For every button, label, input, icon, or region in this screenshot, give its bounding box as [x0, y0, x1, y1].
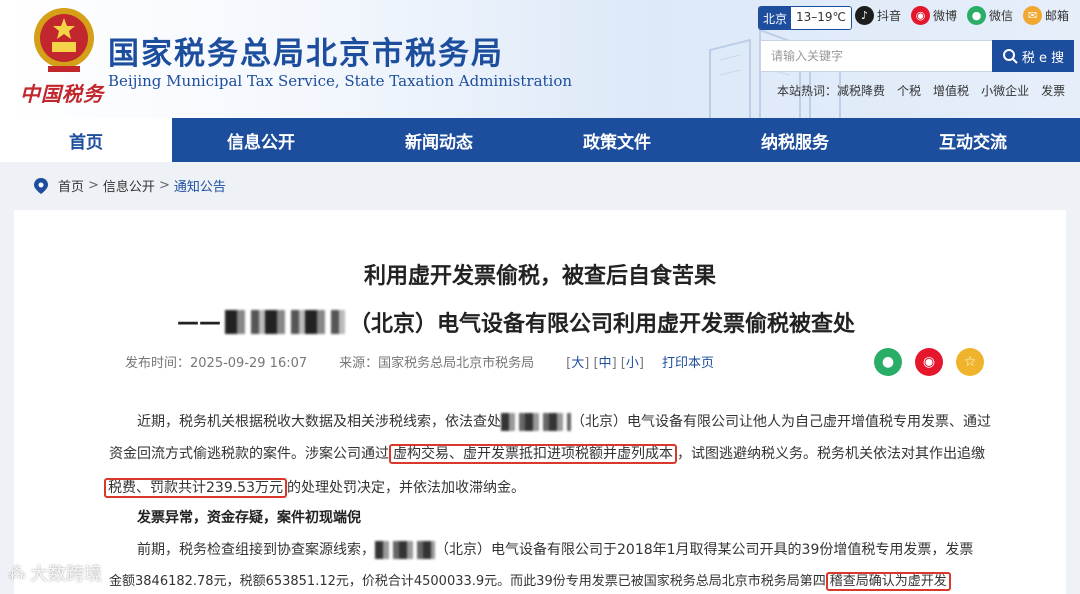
hot-word-link[interactable]: 增值税 [933, 82, 969, 99]
subtitle-suffix: （北京）电气设备有限公司利用虚开发票偷税被查处 [349, 312, 856, 337]
breadcrumb-home[interactable]: 首页 [58, 176, 84, 195]
redacted-company-name [375, 541, 435, 559]
hot-word-link[interactable]: 小微企业 [981, 82, 1029, 99]
share-buttons: ● ◉ ☆ [874, 348, 984, 376]
social-wechat[interactable]: ● 微信 [967, 6, 1013, 25]
font-size-switcher: [大] [中] [小] [566, 356, 644, 371]
font-small-link[interactable]: 小 [626, 356, 639, 371]
douyin-icon: ♪ [855, 6, 874, 25]
search-button-label: 税 e 搜 [1021, 50, 1065, 66]
font-large-link[interactable]: 大 [571, 356, 584, 371]
hot-words: 本站热词： 减税降费 个税 增值税 小微企业 发票 [777, 82, 1065, 99]
section-heading: 发票异常，资金存疑，案件初现端倪 [137, 510, 361, 526]
breadcrumb-separator: > [158, 178, 170, 193]
paragraph-1: 近期，税务机关根据税收大数据及相关涉税线索，依法查处 （北京）电气设备有限公司让他… [137, 406, 997, 438]
share-wechat-icon[interactable]: ● [874, 348, 902, 376]
watermark-text: 大数跨境 [30, 564, 102, 585]
text-run: 的处理处罚决定，并依法加收滞纳金。 [287, 480, 525, 496]
article-source: 来源：国家税务总局北京市税务局 [339, 356, 535, 371]
social-douyin[interactable]: ♪ 抖音 [855, 6, 901, 25]
nav-item-home[interactable]: 首页 [0, 118, 172, 162]
article-container: 利用虚开发票偷税，被查后自食苦果 —— （北京）电气设备有限公司利用虚开发票偷税… [14, 210, 1066, 594]
search-bar: 税 e 搜 [760, 40, 1074, 72]
favorite-star-icon[interactable]: ☆ [956, 348, 984, 376]
paragraph-3: 税费、罚款共计239.53万元 的处理处罚决定，并依法加收滞纳金。 [104, 472, 984, 504]
text-run: 前期，税务检查组接到协查案源线索， [137, 542, 375, 558]
highlighted-text: 虚构交易、虚开发票抵扣进项税额并虚列成本 [389, 444, 677, 464]
watermark: ⁂ 大数跨境 [8, 560, 102, 586]
article-meta: 发布时间：2025-09-29 16:07 来源：国家税务总局北京市税务局 [大… [125, 352, 714, 371]
social-links: ♪ 抖音 ◉ 微博 ● 微信 ✉ 邮箱 [855, 6, 1069, 25]
breadcrumb-current[interactable]: 通知公告 [174, 176, 226, 195]
nav-item-service[interactable]: 纳税服务 [706, 118, 884, 162]
weibo-icon: ◉ [911, 6, 931, 25]
social-label: 微博 [933, 9, 958, 23]
paragraph-5: 金额3846182.78元，税额653851.12元，价税合计4500033.9… [109, 566, 1009, 594]
hot-word-link[interactable]: 减税降费 [837, 82, 885, 99]
site-header: 中国税务 国家税务总局北京市税务局 Beijing Municipal Tax … [0, 0, 1080, 118]
weather-temp: 13–19℃ [791, 7, 852, 29]
text-run: ，试图逃避纳税义务。税务机关依法对其作出追缴 [677, 446, 985, 462]
hot-word-link[interactable]: 个税 [897, 82, 921, 99]
hot-words-label: 本站热词： [777, 84, 838, 98]
china-tax-logo: 中国税务 [20, 82, 104, 106]
nav-item-news[interactable]: 新闻动态 [350, 118, 528, 162]
social-mail[interactable]: ✉ 邮箱 [1023, 6, 1069, 25]
share-weibo-icon[interactable]: ◉ [915, 348, 943, 376]
nav-item-policy[interactable]: 政策文件 [528, 118, 706, 162]
paragraph-2: 资金回流方式偷逃税款的案件。涉案公司通过 虚构交易、虚开发票抵扣进项税额并虚列成本… [109, 438, 989, 470]
watermark-logo-icon: ⁂ [8, 562, 26, 584]
social-label: 抖音 [877, 9, 902, 23]
text-run: 近期，税务机关根据税收大数据及相关涉税线索，依法查处 [137, 414, 501, 430]
site-title[interactable]: 国家税务总局北京市税务局 [108, 28, 504, 73]
subtitle-prefix: —— [177, 309, 221, 335]
text-run: 资金回流方式偷逃税款的案件。涉案公司通过 [109, 446, 389, 462]
mail-icon: ✉ [1023, 6, 1043, 25]
print-link[interactable]: 打印本页 [662, 352, 714, 371]
redacted-company-name [225, 310, 345, 334]
social-weibo[interactable]: ◉ 微博 [911, 6, 957, 25]
text-run: （北京）电气设备有限公司于2018年1月取得某公司开具的39份增值税专用发票，发… [435, 542, 974, 558]
redacted-company-name [501, 413, 571, 431]
breadcrumb: 首页 > 信息公开 > 通知公告 [34, 176, 226, 195]
main-nav: 首页 信息公开 新闻动态 政策文件 纳税服务 互动交流 [0, 118, 1080, 162]
weather-city: 北京 [759, 7, 792, 29]
breadcrumb-separator: > [88, 178, 99, 193]
article-subtitle: —— （北京）电气设备有限公司利用虚开发票偷税被查处 [177, 306, 855, 338]
nav-item-interact[interactable]: 互动交流 [884, 118, 1062, 162]
location-pin-icon [34, 177, 48, 194]
publish-time: 发布时间：2025-09-29 16:07 [125, 356, 308, 371]
font-medium-link[interactable]: 中 [599, 356, 612, 371]
highlighted-text: 稽查局确认为虚开发 [825, 572, 951, 591]
social-label: 邮箱 [1045, 9, 1070, 23]
hot-word-link[interactable]: 发票 [1041, 82, 1065, 99]
search-input[interactable] [760, 40, 992, 72]
national-emblem-icon[interactable] [28, 4, 100, 76]
article-title: 利用虚开发票偷税，被查后自食苦果 [363, 264, 716, 289]
site-subtitle: Beijing Municipal Tax Service, State Tax… [108, 72, 573, 90]
weather-widget: 北京 13–19℃ [758, 6, 853, 30]
breadcrumb-info[interactable]: 信息公开 [103, 176, 155, 195]
highlighted-text: 税费、罚款共计239.53万元 [104, 478, 287, 498]
text-run: 金额3846182.78元，税额653851.12元，价税合计4500033.9… [109, 574, 826, 589]
wechat-icon: ● [967, 6, 987, 25]
paragraph-4: 前期，税务检查组接到协查案源线索， （北京）电气设备有限公司于2018年1月取得某… [137, 534, 997, 566]
social-label: 微信 [989, 9, 1014, 23]
search-icon [1002, 49, 1018, 64]
search-button[interactable]: 税 e 搜 [992, 40, 1074, 72]
text-run: （北京）电气设备有限公司让他人为自己虚开增值税专用发票、通过 [571, 414, 991, 430]
nav-item-info[interactable]: 信息公开 [172, 118, 350, 162]
